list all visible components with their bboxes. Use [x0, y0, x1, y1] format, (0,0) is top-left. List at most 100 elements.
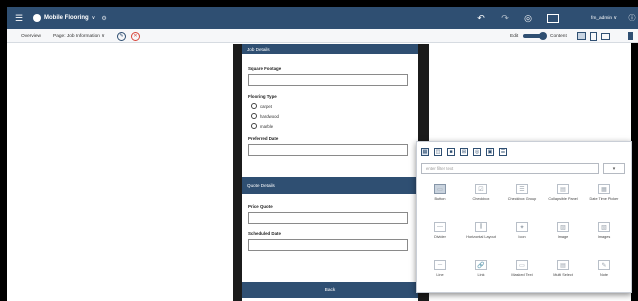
section-header-quote-details[interactable]: Quote Details [242, 177, 418, 194]
palette-item-horizontal-layout[interactable]: ⫼ Horizontal Layout [462, 218, 500, 254]
palette-item-label: Link [477, 273, 485, 277]
edit-content-toggle[interactable] [523, 29, 547, 43]
date-time-picker-icon: ▦ [598, 184, 610, 194]
palette-item-collapsible-panel[interactable]: ▤ Collapsible Panel [544, 180, 582, 216]
app-topbar: ☰ Mobile Flooring ∨ ⚙ ↶ ↷ ◎ fm_admin ∨ ⓘ [7, 7, 638, 29]
user-menu[interactable]: fm_admin ∨ [591, 7, 617, 29]
component-palette: ▦ ◫ ■ ⊞ ◎ ▣ ☰ enter filter text ▾ ▭ Butto… [416, 141, 632, 293]
overview-link[interactable]: Overview [21, 29, 41, 43]
radio-circle-icon [251, 103, 257, 109]
palette-toolbar: ▦ ◫ ■ ⊞ ◎ ▣ ☰ [421, 146, 512, 158]
palette-list-tab-icon[interactable]: ☰ [499, 148, 507, 156]
page-settings-icon[interactable]: ✎ [117, 29, 126, 43]
palette-item-checkbox-group[interactable]: ☰ Checkbox Group [503, 180, 541, 216]
palette-item-masked-text[interactable]: ▭ Masked Text [503, 256, 541, 292]
palette-data-tab-icon[interactable]: ■ [447, 148, 455, 156]
palette-item-link[interactable]: 🔗 Link [462, 256, 500, 292]
line-icon: ─ [434, 260, 446, 270]
horizontal-layout-icon: ⫼ [475, 222, 487, 232]
section-title: Job Details [247, 46, 270, 52]
palette-item-label: Note [599, 273, 609, 277]
palette-item-label: Multi Select [553, 273, 573, 277]
palette-item-checkbox[interactable]: ☑ Checkbox [462, 180, 500, 216]
palette-filter-options-button[interactable]: ▾ [603, 163, 625, 174]
palette-components-tab-icon[interactable]: ▦ [421, 148, 429, 156]
help-icon[interactable]: ⓘ [627, 7, 637, 29]
device-tablet-icon[interactable] [590, 29, 597, 43]
palette-item-button[interactable]: ▭ Button [421, 180, 459, 216]
preview-icon[interactable]: ◎ [522, 7, 534, 29]
image-icon: ▨ [557, 222, 569, 232]
palette-item-label: Divider [434, 235, 446, 239]
radio-label: marble [260, 123, 274, 129]
palette-item-label: Images [597, 235, 611, 239]
palette-item-date-time-picker[interactable]: ▦ Date Time Picker [585, 180, 623, 216]
square-footage-input[interactable] [248, 74, 408, 86]
palette-save-tab-icon[interactable]: ▣ [486, 148, 494, 156]
palette-layout-tab-icon[interactable]: ◫ [434, 148, 442, 156]
palette-item-label: Checkbox [472, 197, 490, 201]
palette-item-image[interactable]: ▨ Image [544, 218, 582, 254]
palette-globe-tab-icon[interactable]: ◎ [473, 148, 481, 156]
palette-item-divider[interactable]: — Divider [421, 218, 459, 254]
redo-icon[interactable]: ↷ [500, 7, 510, 29]
collapsible-panel-icon: ▤ [557, 184, 569, 194]
palette-item-icon[interactable]: ✦ Icon [503, 218, 541, 254]
palette-item-label: Line [436, 273, 444, 277]
radio-hardwood[interactable]: hardwood [251, 113, 279, 119]
undo-icon[interactable]: ↶ [476, 7, 486, 29]
page-toolbar: Overview Page: Job Information ∨ ✎ ✕ Edi… [7, 29, 638, 43]
palette-item-label: Masked Text [511, 273, 533, 277]
palette-item-images[interactable]: ▧ Images [585, 218, 623, 254]
radio-circle-icon [251, 123, 257, 129]
preferred-date-label: Preferred Date [248, 136, 279, 141]
palette-filter-input[interactable]: enter filter text [421, 163, 599, 174]
content-mode-label: Content [550, 33, 567, 39]
grid-icon[interactable] [547, 7, 559, 29]
app-switcher[interactable]: Mobile Flooring ∨ ⚙ [33, 7, 107, 29]
palette-item-note[interactable]: ✎ Note [585, 256, 623, 292]
icon-icon: ✦ [516, 222, 528, 232]
device-desktop-icon[interactable] [577, 29, 586, 43]
button-icon: ▭ [434, 184, 446, 194]
palette-item-label: Icon [518, 235, 526, 239]
scheduled-date-input[interactable] [248, 239, 408, 251]
palette-item-label: Collapsible Panel [548, 197, 578, 201]
palette-item-label: Button [434, 197, 446, 201]
palette-item-label: Checkbox Group [507, 197, 537, 201]
settings-icon[interactable]: ⚙ [101, 15, 106, 22]
section-title: Quote Details [247, 183, 275, 188]
palette-item-label: Image [557, 235, 569, 239]
properties-panel-icon[interactable] [628, 29, 633, 43]
palette-grid-tab-icon[interactable]: ⊞ [460, 148, 468, 156]
masked-text-icon: ▭ [516, 260, 528, 270]
price-quote-label: Price Quote [248, 204, 273, 209]
preferred-date-input[interactable] [248, 144, 408, 156]
palette-item-label: Date Time Picker [589, 197, 619, 201]
flooring-type-label: Flooring Type [248, 94, 277, 99]
device-phone-icon[interactable] [601, 29, 610, 43]
radio-carpet[interactable]: carpet [251, 103, 272, 109]
menu-icon[interactable]: ☰ [13, 7, 25, 29]
palette-item-line[interactable]: ─ Line [421, 256, 459, 292]
palette-item-label: Horizontal Layout [466, 235, 496, 239]
checkbox-icon: ☑ [475, 184, 487, 194]
app-title: Mobile Flooring [44, 15, 89, 21]
radio-label: hardwood [260, 113, 279, 119]
back-button[interactable]: Back [242, 282, 418, 298]
page-delete-icon[interactable]: ✕ [131, 29, 140, 43]
app-menu-chevron-icon: ∨ [91, 15, 96, 21]
divider-icon: — [434, 222, 446, 232]
price-quote-input[interactable] [248, 212, 408, 224]
note-icon: ✎ [598, 260, 610, 270]
radio-circle-icon [251, 113, 257, 119]
radio-marble[interactable]: marble [251, 123, 273, 129]
scheduled-date-label: Scheduled Date [248, 231, 281, 236]
back-button-label: Back [324, 287, 336, 293]
section-header-job-details[interactable]: Job Details [242, 44, 418, 54]
palette-item-multi-select[interactable]: ▤ Multi Select [544, 256, 582, 292]
images-icon: ▧ [598, 222, 610, 232]
mobile-form: Job Details Square Footage Flooring Type… [242, 44, 418, 301]
app-logo-icon [33, 14, 41, 22]
page-selector[interactable]: Page: Job Information ∨ [53, 29, 105, 43]
